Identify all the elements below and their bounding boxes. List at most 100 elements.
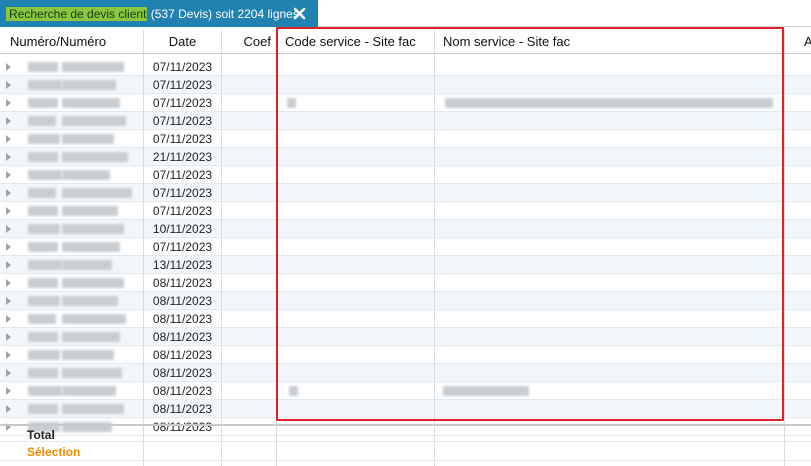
column-divider (143, 30, 144, 466)
table-row[interactable]: 08/11/2023 (0, 292, 811, 310)
column-header-code-service[interactable]: Code service - Site fac (285, 30, 433, 53)
date-cell: 07/11/2023 (152, 132, 213, 146)
expand-arrow-icon[interactable] (6, 279, 11, 287)
date-cell: 08/11/2023 (152, 384, 213, 398)
footer-selection-label: Sélection (27, 445, 81, 459)
expand-arrow-icon[interactable] (6, 315, 11, 323)
date-cell: 07/11/2023 (152, 168, 213, 182)
redacted-number (28, 98, 58, 108)
date-cell: 21/11/2023 (152, 150, 213, 164)
redacted-number (62, 98, 120, 108)
expand-arrow-icon[interactable] (6, 261, 11, 269)
table-row[interactable]: 21/11/2023 (0, 148, 811, 166)
expand-arrow-icon[interactable] (6, 333, 11, 341)
table-row[interactable]: 08/11/2023 (0, 364, 811, 382)
redacted-service (289, 386, 298, 396)
column-header-coef[interactable]: Coef (222, 30, 271, 53)
column-divider (784, 30, 785, 466)
redacted-number (28, 386, 62, 396)
redacted-number (28, 188, 56, 198)
close-icon[interactable] (293, 7, 306, 20)
redacted-number (62, 242, 120, 252)
table-row[interactable]: 10/11/2023 (0, 220, 811, 238)
column-divider (276, 30, 277, 466)
expand-arrow-icon[interactable] (6, 405, 11, 413)
table-row[interactable]: 07/11/2023 (0, 202, 811, 220)
expand-arrow-icon[interactable] (6, 351, 11, 359)
column-header-extra[interactable]: A (804, 30, 811, 53)
tab-title-highlight: Recherche de devis client (6, 6, 148, 21)
table-row[interactable]: 08/11/2023 (0, 274, 811, 292)
redacted-number (62, 368, 122, 378)
redacted-number (28, 350, 60, 360)
redacted-number (28, 116, 56, 126)
expand-arrow-icon[interactable] (6, 207, 11, 215)
table-row[interactable]: 08/11/2023 (0, 346, 811, 364)
expand-arrow-icon[interactable] (6, 369, 11, 377)
redacted-number (28, 368, 58, 378)
redacted-number (62, 404, 124, 414)
redacted-number (28, 296, 60, 306)
redacted-number (28, 170, 62, 180)
expand-arrow-icon[interactable] (6, 135, 11, 143)
table-row[interactable]: 07/11/2023 (0, 130, 811, 148)
date-cell: 08/11/2023 (152, 366, 213, 380)
table-row[interactable]: 13/11/2023 (0, 256, 811, 274)
grid-header: Numéro/Numéro Date Coef Code service - S… (0, 30, 811, 54)
table-row[interactable]: 07/11/2023 (0, 184, 811, 202)
redacted-number (28, 134, 60, 144)
redacted-number (62, 296, 118, 306)
date-cell: 08/11/2023 (152, 348, 213, 362)
redacted-number (28, 224, 60, 234)
expand-arrow-icon[interactable] (6, 63, 11, 71)
tab-bar: Recherche de devis client (537 Devis) so… (0, 0, 811, 27)
footer-row-selection: Sélection (0, 443, 811, 461)
table-row[interactable]: 07/11/2023 (0, 166, 811, 184)
expand-arrow-icon[interactable] (6, 117, 11, 125)
expand-arrow-icon[interactable] (6, 225, 11, 233)
redacted-number (62, 134, 114, 144)
expand-arrow-icon[interactable] (6, 81, 11, 89)
date-cell: 07/11/2023 (152, 114, 213, 128)
redacted-number (62, 314, 126, 324)
redacted-number (62, 206, 118, 216)
table-row[interactable]: 08/11/2023 (0, 310, 811, 328)
redacted-number (28, 206, 58, 216)
tab-title-count: (537 Devis) soit 2204 lignes (147, 6, 299, 21)
redacted-number (28, 242, 58, 252)
expand-arrow-icon[interactable] (6, 171, 11, 179)
column-header-nom-service[interactable]: Nom service - Site fac (443, 30, 773, 53)
date-cell: 08/11/2023 (152, 276, 213, 290)
tab-recherche-devis[interactable]: Recherche de devis client (537 Devis) so… (0, 0, 318, 27)
table-row[interactable]: 08/11/2023 (0, 382, 811, 400)
redacted-number (28, 62, 58, 72)
column-header-date[interactable]: Date (144, 30, 221, 53)
expand-arrow-icon[interactable] (6, 189, 11, 197)
expand-arrow-icon[interactable] (6, 387, 11, 395)
date-cell: 08/11/2023 (152, 312, 213, 326)
column-header-numero[interactable]: Numéro/Numéro (10, 30, 140, 53)
table-row[interactable]: 08/11/2023 (0, 400, 811, 418)
redacted-number (62, 350, 114, 360)
redacted-number (28, 278, 58, 288)
table-row[interactable]: 07/11/2023 (0, 58, 811, 76)
expand-arrow-icon[interactable] (6, 99, 11, 107)
date-cell: 10/11/2023 (152, 222, 213, 236)
redacted-number (28, 404, 58, 414)
redacted-number (28, 152, 58, 162)
redacted-number (62, 62, 124, 72)
redacted-number (62, 224, 124, 234)
expand-arrow-icon[interactable] (6, 153, 11, 161)
date-cell: 08/11/2023 (152, 402, 213, 416)
redacted-service (445, 98, 773, 108)
table-row[interactable]: 07/11/2023 (0, 238, 811, 256)
table-row[interactable]: 07/11/2023 (0, 76, 811, 94)
date-cell: 07/11/2023 (152, 96, 213, 110)
table-row[interactable]: 07/11/2023 (0, 112, 811, 130)
expand-arrow-icon[interactable] (6, 243, 11, 251)
table-row[interactable]: 08/11/2023 (0, 328, 811, 346)
expand-arrow-icon[interactable] (6, 297, 11, 305)
column-divider (434, 30, 435, 466)
table-row[interactable]: 07/11/2023 (0, 94, 811, 112)
redacted-number (62, 80, 116, 90)
